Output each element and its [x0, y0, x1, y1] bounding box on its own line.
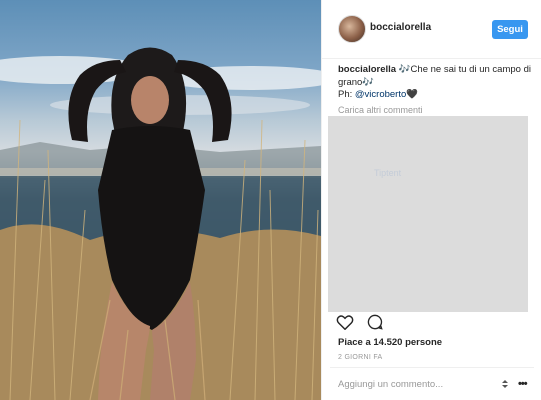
caption: boccialorella 🎶Che ne sai tu di un campo… [338, 64, 533, 102]
scroll-arrows-icon[interactable] [499, 378, 511, 390]
username-link[interactable]: boccialorella [370, 22, 431, 33]
comment-icon[interactable] [366, 314, 384, 330]
post-sidebar: boccialorella Segui boccialorella 🎶Che n… [321, 0, 541, 400]
instagram-post-window: boccialorella Segui boccialorella 🎶Che n… [0, 0, 541, 400]
post-header: boccialorella Segui [322, 0, 541, 59]
heart-icon[interactable] [336, 314, 354, 330]
more-options-icon[interactable]: ••• [518, 378, 528, 390]
action-bar [336, 314, 392, 334]
caption-mention[interactable]: @vicroberto [355, 89, 406, 100]
divider [330, 367, 534, 368]
load-more-comments[interactable]: Carica altri commenti [338, 105, 423, 115]
post-photo[interactable] [0, 0, 321, 400]
likes-count[interactable]: Piace a 14.520 persone [338, 337, 442, 348]
post-timestamp[interactable]: 2 GIORNI FA [338, 354, 383, 361]
caption-username[interactable]: boccialorella [338, 64, 396, 75]
photo-scene [0, 47, 321, 400]
follow-button[interactable]: Segui [492, 20, 528, 39]
comment-input[interactable] [338, 379, 488, 390]
caption-emoji: 🖤 [406, 89, 419, 100]
caption-credit-prefix: Ph: [338, 89, 355, 100]
overlay-text: Tiptent [374, 168, 402, 178]
avatar[interactable] [338, 15, 366, 43]
overlay-box: Tiptent [328, 116, 528, 312]
